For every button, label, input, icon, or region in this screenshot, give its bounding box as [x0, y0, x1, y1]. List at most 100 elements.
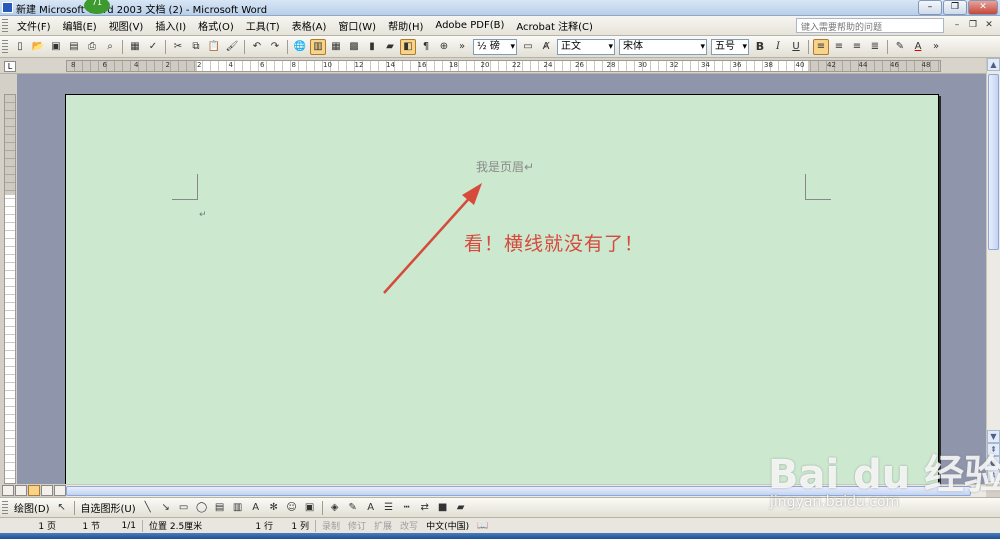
drawing-font-color-icon[interactable]: A: [363, 500, 379, 516]
border-color-icon[interactable]: ▭: [520, 39, 536, 55]
vertical-scroll-thumb[interactable]: [988, 74, 999, 250]
diagram-icon[interactable]: ✻: [266, 500, 282, 516]
redo-icon[interactable]: ↷: [267, 39, 283, 55]
drawbar-grip[interactable]: [2, 500, 8, 515]
draw-menu-button[interactable]: 绘图(D): [11, 500, 53, 515]
textbox-tool-icon[interactable]: ▤: [212, 500, 228, 516]
arrow-tool-icon[interactable]: ↘: [158, 500, 174, 516]
permission-icon[interactable]: ▤: [66, 39, 82, 55]
show-hide-icon[interactable]: ¶: [418, 39, 434, 55]
copy-icon[interactable]: ⧉: [188, 39, 204, 55]
vertical-textbox-icon[interactable]: ▥: [230, 500, 246, 516]
drawing-icon[interactable]: ▰: [382, 39, 398, 55]
menu-view[interactable]: 视图(V): [103, 18, 150, 33]
help-search-input[interactable]: 键入需要帮助的问题: [796, 18, 944, 33]
fill-color-icon[interactable]: ◈: [327, 500, 343, 516]
font-size-select[interactable]: 五号: [711, 38, 749, 55]
line-spacing-select[interactable]: ½ 磅: [473, 38, 517, 55]
doc-restore-icon[interactable]: ❐: [966, 19, 980, 32]
browse-object-icon[interactable]: ●: [987, 456, 1000, 469]
document-page[interactable]: 我是页眉↵ ↵ 看！横线就没有了！: [65, 94, 939, 484]
document-map-icon[interactable]: ◧: [400, 38, 416, 55]
menu-table[interactable]: 表格(A): [286, 18, 333, 33]
columns-icon[interactable]: ▮: [364, 39, 380, 55]
menu-window[interactable]: 窗口(W): [332, 18, 382, 33]
cut-icon[interactable]: ✂: [170, 39, 186, 55]
print-layout-view-icon[interactable]: [28, 485, 40, 496]
align-left-icon[interactable]: ≡: [813, 38, 829, 55]
zoom-icon[interactable]: ⊕: [436, 39, 452, 55]
shadow-style-icon[interactable]: ■: [435, 500, 451, 516]
oval-tool-icon[interactable]: ◯: [194, 500, 210, 516]
line-style-icon[interactable]: ☰: [381, 500, 397, 516]
wordart-icon[interactable]: A: [248, 500, 264, 516]
italic-button[interactable]: I: [770, 39, 786, 55]
horizontal-ruler[interactable]: 8 6 4 2 2 4 6 8 10 12 14 16 18 20 22 24 26 28 30 32 34 36 38 40…: [66, 60, 941, 72]
reading-view-icon[interactable]: [54, 485, 66, 496]
hyperlink-icon[interactable]: 🌐: [292, 39, 308, 55]
dash-style-icon[interactable]: ┅: [399, 500, 415, 516]
line-color-icon[interactable]: ✎: [345, 500, 361, 516]
web-view-icon[interactable]: [15, 485, 27, 496]
rectangle-tool-icon[interactable]: ▭: [176, 500, 192, 516]
doc-close-icon[interactable]: ✕: [982, 19, 996, 32]
vertical-ruler[interactable]: [4, 94, 16, 485]
menu-tools[interactable]: 工具(T): [240, 18, 286, 33]
underline-button[interactable]: U: [788, 39, 804, 55]
toolbar-grip[interactable]: [2, 39, 8, 54]
maximize-button[interactable]: ❐: [943, 0, 967, 15]
bold-button[interactable]: B: [752, 39, 768, 55]
outline-view-icon[interactable]: [41, 485, 53, 496]
align-right-icon[interactable]: ≡: [849, 39, 865, 55]
doc-minimize-icon[interactable]: –: [950, 19, 964, 32]
font-select[interactable]: 宋体: [619, 38, 707, 55]
menu-edit[interactable]: 编辑(E): [57, 18, 103, 33]
menu-acrobat-comments[interactable]: Acrobat 注释(C): [510, 18, 599, 33]
status-track-changes[interactable]: 修订: [344, 519, 370, 532]
line-tool-icon[interactable]: ╲: [140, 500, 156, 516]
research-icon[interactable]: ▦: [127, 39, 143, 55]
status-extend[interactable]: 扩展: [370, 519, 396, 532]
paste-icon[interactable]: 📋: [206, 39, 222, 55]
previous-page-icon[interactable]: ⇞: [987, 443, 1000, 456]
menu-grip[interactable]: [2, 18, 8, 33]
vertical-scrollbar[interactable]: ▲ ▼ ⇞ ● ⇟: [986, 58, 1000, 484]
clipart-icon[interactable]: ☺: [284, 500, 300, 516]
spelling-status-icon[interactable]: 📖: [473, 521, 492, 531]
insert-picture-icon[interactable]: ▣: [302, 500, 318, 516]
next-page-icon[interactable]: ⇟: [987, 469, 1000, 482]
minimize-button[interactable]: –: [918, 0, 942, 15]
normal-view-icon[interactable]: [2, 485, 14, 496]
print-preview-icon[interactable]: ⌕: [102, 39, 118, 55]
print-icon[interactable]: ⎙: [84, 39, 100, 55]
tab-selector-icon[interactable]: L: [4, 61, 16, 72]
toolbar-options-icon[interactable]: »: [454, 39, 470, 55]
autoshapes-menu-button[interactable]: 自选图形(U): [78, 500, 139, 515]
select-objects-icon[interactable]: ↖: [54, 500, 70, 516]
highlight-icon[interactable]: ✎: [892, 39, 908, 55]
save-icon[interactable]: ▣: [48, 39, 64, 55]
align-center-icon[interactable]: ≡: [831, 39, 847, 55]
horizontal-scroll-thumb[interactable]: [66, 486, 971, 496]
scroll-down-icon[interactable]: ▼: [987, 430, 1000, 443]
close-button[interactable]: ✕: [968, 0, 998, 15]
insert-table-icon[interactable]: ▦: [328, 39, 344, 55]
menu-help[interactable]: 帮助(H): [382, 18, 429, 33]
menu-format[interactable]: 格式(O): [192, 18, 240, 33]
document-area[interactable]: 我是页眉↵ ↵ 看！横线就没有了！: [17, 74, 986, 484]
word-app-icon[interactable]: [2, 2, 13, 13]
menu-insert[interactable]: 插入(I): [149, 18, 192, 33]
scroll-up-icon[interactable]: ▲: [987, 58, 1000, 71]
3d-style-icon[interactable]: ▰: [453, 500, 469, 516]
open-folder-icon[interactable]: 📂: [30, 39, 46, 55]
toolbar-overflow-icon[interactable]: »: [928, 39, 944, 55]
new-document-icon[interactable]: ▯: [12, 39, 28, 55]
undo-icon[interactable]: ↶: [249, 39, 265, 55]
format-painter-icon[interactable]: 🖌: [224, 39, 240, 55]
status-overtype[interactable]: 改写: [396, 519, 422, 532]
arrow-style-icon[interactable]: ⇄: [417, 500, 433, 516]
menu-adobe-pdf[interactable]: Adobe PDF(B): [429, 20, 510, 31]
menu-file[interactable]: 文件(F): [11, 18, 57, 33]
tables-borders-icon[interactable]: ▥: [310, 38, 326, 55]
spelling-icon[interactable]: ✓: [145, 39, 161, 55]
